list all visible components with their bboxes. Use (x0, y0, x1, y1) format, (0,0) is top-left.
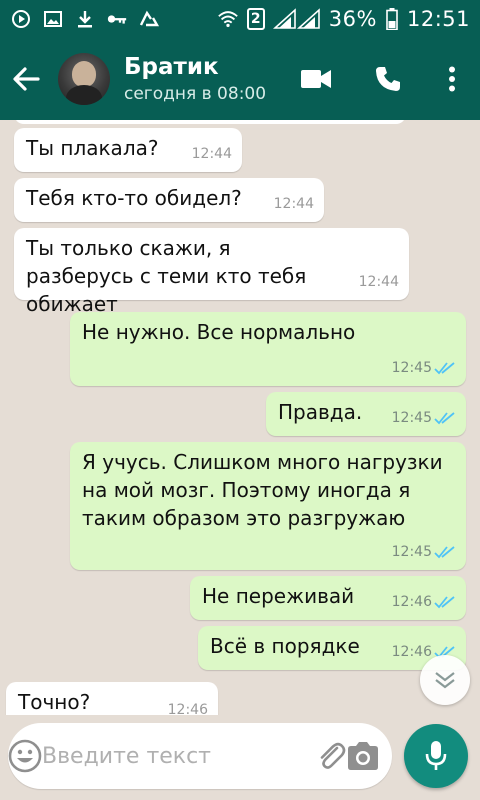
message-meta: 12:46 (392, 588, 456, 616)
status-bar: 2 36% 12:51 (0, 0, 480, 38)
message-text: Всё в порядке (210, 634, 360, 658)
message-incoming[interactable]: Ты плакала? 12:44 (14, 128, 242, 172)
message-text: Не нужно. Все нормально (82, 320, 356, 344)
wifi-icon (217, 8, 239, 30)
message-time: 12:46 (391, 594, 432, 610)
battery-percent: 36% (328, 7, 377, 31)
more-options-button[interactable] (424, 38, 480, 120)
message-time: 12:45 (391, 410, 432, 426)
message-text: Тебя кто-то обидел? (26, 186, 242, 210)
message-meta: 12:46 (168, 696, 208, 715)
signal-icon (272, 8, 321, 30)
message-incoming[interactable]: Тебя кто-то обидел? 12:44 (14, 178, 324, 222)
video-call-button[interactable] (280, 38, 352, 120)
double-chevron-down-icon (435, 672, 455, 689)
download-icon (74, 8, 96, 30)
camera-button[interactable] (346, 723, 380, 789)
emoji-icon (8, 739, 42, 773)
message-outgoing[interactable]: Правда. 12:45 (266, 392, 466, 436)
sim-badge: 2 (246, 8, 265, 30)
attach-button[interactable] (316, 723, 346, 789)
scroll-to-bottom-button[interactable] (420, 655, 470, 705)
message-meta: 12:44 (274, 190, 314, 218)
message-time: 12:44 (273, 196, 314, 212)
back-arrow-icon (13, 67, 40, 91)
read-ticks-icon (434, 412, 455, 425)
video-call-icon (301, 70, 331, 88)
message-time: 12:44 (191, 146, 232, 162)
message-meta: 12:44 (359, 268, 399, 296)
play-icon (10, 8, 32, 30)
message-outgoing[interactable]: Я учусь. Слишком много нагрузки на мой м… (70, 442, 466, 570)
phone-icon (376, 67, 400, 91)
read-ticks-icon (434, 546, 455, 559)
message-text: Ты плакала? (26, 136, 159, 160)
compose-bar (0, 715, 480, 800)
message-outgoing[interactable]: Не переживай 12:46 (190, 576, 466, 620)
message-list[interactable]: Ты плакала? 12:44 Тебя кто-то обидел? 12… (0, 120, 480, 715)
read-ticks-icon (434, 362, 455, 375)
compose-field (8, 723, 392, 789)
message-meta: 12:45 (392, 538, 456, 566)
message-time: 12:46 (167, 702, 208, 715)
more-vert-icon (449, 66, 455, 92)
previous-message-fragment (14, 120, 406, 124)
message-incoming[interactable]: Ты только скажи, я разберусь с теми кто … (14, 228, 409, 316)
contact-name: Братик (124, 54, 219, 80)
message-input[interactable] (42, 736, 316, 776)
message-outgoing[interactable]: Не нужно. Все нормально 12:45 (70, 312, 466, 386)
message-text: Правда. (278, 400, 363, 424)
message-meta: 12:45 (392, 354, 456, 382)
paperclip-icon (320, 742, 346, 769)
back-button[interactable] (0, 38, 52, 120)
read-ticks-icon (434, 596, 455, 609)
emoji-button[interactable] (8, 723, 42, 789)
camera-icon (348, 742, 378, 770)
clock: 12:51 (406, 7, 470, 31)
message-text: Точно? (18, 690, 91, 714)
voice-call-button[interactable] (352, 38, 424, 120)
message-text: Ты только скажи, я разберусь с теми кто … (26, 236, 307, 316)
battery-icon (385, 8, 399, 30)
message-text: Я учусь. Слишком много нагрузки на мой м… (82, 450, 443, 530)
chat-header: Братик сегодня в 08:00 (0, 38, 480, 120)
message-text: Не переживай (202, 584, 355, 608)
voice-record-button[interactable] (404, 724, 468, 788)
message-incoming[interactable]: Точно? 12:46 (6, 682, 218, 715)
last-seen-status: сегодня в 08:00 (124, 84, 267, 104)
message-meta: 12:45 (392, 404, 456, 432)
message-time: 12:45 (391, 360, 432, 376)
contact-info[interactable]: Братик сегодня в 08:00 (124, 52, 266, 106)
message-meta: 12:44 (192, 140, 232, 168)
key-icon (106, 8, 128, 30)
message-time: 12:45 (391, 544, 432, 560)
recycle-icon (138, 8, 160, 30)
image-icon (42, 8, 64, 30)
avatar[interactable] (58, 53, 110, 105)
message-time: 12:44 (358, 274, 399, 290)
mic-icon (425, 741, 447, 770)
